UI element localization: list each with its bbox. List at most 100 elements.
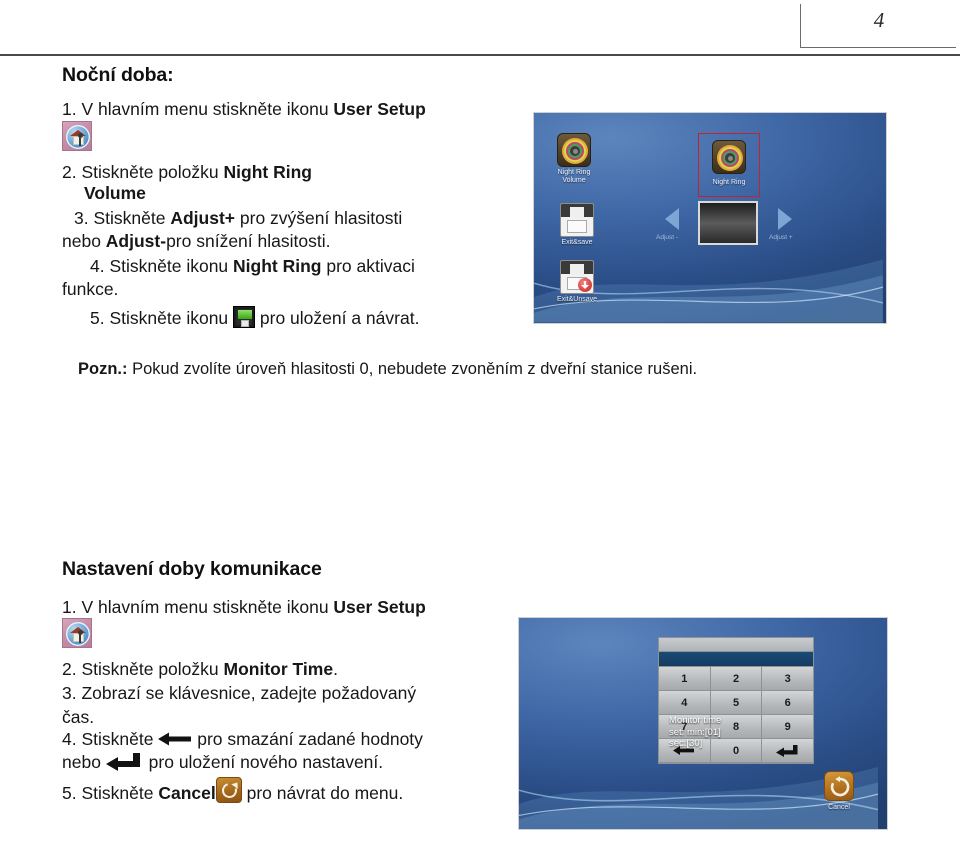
step-text-after: pro smazání zadané hodnoty xyxy=(192,729,423,749)
section2-step-3-line2: čas. xyxy=(62,706,95,727)
step-number: 5. xyxy=(90,307,105,328)
keypad-display xyxy=(659,638,813,667)
step-text-after: pro uložení nového nastavení. xyxy=(143,751,384,772)
step-bold: Adjust- xyxy=(105,231,167,251)
adjust-plus-button[interactable] xyxy=(778,208,792,230)
section2-step-3: 3. Zobrazí se klávesnice, zadejte požado… xyxy=(62,683,532,703)
header-divider xyxy=(0,54,960,56)
screen-icon-exit-and-unsave[interactable] xyxy=(560,260,594,294)
key-5[interactable]: 5 xyxy=(710,691,763,715)
step-text: Stiskněte položku xyxy=(81,658,224,679)
section2-step-4-line2: nebo pro uložení nového nastavení. xyxy=(62,751,532,772)
volume-level-bar[interactable] xyxy=(698,201,758,245)
section-nastaveni-doby-komunikace: Nastavení doby komunikace 1. V hlavním m… xyxy=(62,558,532,803)
step-text: Stiskněte xyxy=(81,783,159,803)
step-number: 2. xyxy=(62,161,77,182)
step-bold: User Setup xyxy=(333,99,426,119)
note-label: Pozn.: xyxy=(78,359,128,378)
section1-step-2-line2: Volume xyxy=(84,183,146,203)
section1-step-3: 3. Stiskněte Adjust+ pro zvýšení hlasito… xyxy=(74,207,532,228)
step-number: 4. xyxy=(90,255,105,276)
icon-floppy-label xyxy=(567,220,587,233)
step-text-after: pro aktivaci xyxy=(321,255,415,276)
keypad-row: 4 5 6 xyxy=(659,691,814,715)
step-text: Stiskněte xyxy=(81,729,159,749)
step-text-after: pro zvýšení hlasitosti xyxy=(235,207,403,228)
screen-icon-exit-and-save[interactable] xyxy=(560,203,594,237)
screen-label-night-ring-volume: Night Ring Volume xyxy=(557,169,591,184)
step-number: 3. xyxy=(62,683,77,703)
icon-green-label xyxy=(238,309,253,319)
step-number: 2. xyxy=(62,658,77,679)
key-1[interactable]: 1 xyxy=(659,667,711,691)
key-3[interactable]: 3 xyxy=(762,667,814,691)
enter-arrow-icon xyxy=(775,744,798,757)
step-text: V hlavním menu stiskněte ikonu xyxy=(81,99,334,119)
screen-icon-night-ring-volume[interactable] xyxy=(557,133,591,167)
icon-shutter xyxy=(241,319,250,327)
section1-step-5: 5. Stiskněte ikonu pro uložení a návrat. xyxy=(90,305,532,328)
refresh-arrow-icon xyxy=(830,776,850,797)
keypad-row: 1 2 3 xyxy=(659,667,814,691)
step-text: Zobrazí se klávesnice, zadejte požadovan… xyxy=(81,683,417,703)
step-text: Stiskněte xyxy=(93,207,171,228)
step-bold: Night Ring xyxy=(233,255,322,276)
icon-person-head xyxy=(77,132,83,138)
page-number-box: 4 xyxy=(800,4,956,48)
step-bold: Night Ring xyxy=(223,161,312,182)
step-bold: User Setup xyxy=(333,597,426,617)
section2-step-4: 4. Stiskněte pro smazání zadané hodnoty xyxy=(62,729,532,749)
step-text: nebo xyxy=(62,751,106,772)
cancel-button[interactable] xyxy=(824,771,854,801)
page-header: 4 xyxy=(0,0,960,56)
adjust-plus-label: Adjust + xyxy=(769,234,793,241)
section1-step-2: 2. Stiskněte položku Night Ring xyxy=(62,161,532,182)
device-screenshot-night-ring-volume: Night Ring Volume Night Ring Exit&save E… xyxy=(533,112,887,324)
section-nocni-doba: Noční doba: 1. V hlavním menu stiskněte … xyxy=(62,64,697,378)
section2-step-5: 5. Stiskněte Cancel pro návrat do menu. xyxy=(62,777,532,803)
screen-label-exit-and-unsave: Exit&Unsave xyxy=(556,296,598,303)
section1-step-1: 1. V hlavním menu stiskněte ikonu User S… xyxy=(62,99,532,119)
icon-floppy-shutter xyxy=(570,264,584,275)
section2-step-2: 2. Stiskněte položku Monitor Time. xyxy=(62,658,532,679)
step-text: nebo xyxy=(62,231,106,251)
step-text-after: pro návrat do menu. xyxy=(241,783,404,803)
screen-label-night-ring: Night Ring xyxy=(712,179,746,186)
step-text-after: . xyxy=(333,658,338,679)
page-number: 4 xyxy=(873,8,885,32)
icon-floppy-shutter xyxy=(570,207,584,218)
screen-icon-night-ring[interactable] xyxy=(712,140,746,174)
step-number: 1. xyxy=(62,597,77,617)
icon-unsave-badge xyxy=(578,278,592,292)
step-number: 1. xyxy=(62,99,77,119)
cancel-icon[interactable] xyxy=(215,777,242,803)
step-bold: Cancel xyxy=(158,783,216,803)
step-number: 3. xyxy=(74,207,89,228)
step-text-after: pro uložení a návrat. xyxy=(255,307,420,328)
section1-step-4-line2: funkce. xyxy=(62,279,119,299)
step-bold: Monitor Time xyxy=(223,658,334,679)
key-enter[interactable] xyxy=(762,739,814,763)
monitor-time-overlay: Monitor time set: min:[01] sec:[30] xyxy=(669,715,722,750)
user-setup-icon[interactable] xyxy=(62,617,92,648)
backspace-arrow-icon[interactable] xyxy=(158,731,192,747)
step-bold: Adjust+ xyxy=(170,207,236,228)
step-number: 4. xyxy=(62,729,77,749)
section1-note: Pozn.: Pokud zvolíte úroveň hlasitosti 0… xyxy=(78,359,697,378)
save-icon[interactable] xyxy=(233,305,256,328)
enter-arrow-icon[interactable] xyxy=(105,752,144,771)
section1-step-3-line2: nebo Adjust-pro snížení hlasitosti. xyxy=(62,231,532,251)
key-2[interactable]: 2 xyxy=(710,667,763,691)
key-6[interactable]: 6 xyxy=(762,691,814,715)
adjust-minus-label: Adjust - xyxy=(656,234,679,241)
screen-label-exit-and-save: Exit&save xyxy=(561,239,593,246)
step-text: Stiskněte položku xyxy=(81,161,224,182)
step-text: Stiskněte ikonu xyxy=(109,307,234,328)
adjust-minus-button[interactable] xyxy=(665,208,679,230)
section1-title: Noční doba: xyxy=(62,64,174,86)
key-4[interactable]: 4 xyxy=(659,691,711,715)
note-text: Pokud zvolíte úroveň hlasitosti 0, nebud… xyxy=(127,359,698,378)
user-setup-icon[interactable] xyxy=(62,120,92,151)
key-9[interactable]: 9 xyxy=(762,715,814,739)
section2-title: Nastavení doby komunikace xyxy=(62,558,322,580)
